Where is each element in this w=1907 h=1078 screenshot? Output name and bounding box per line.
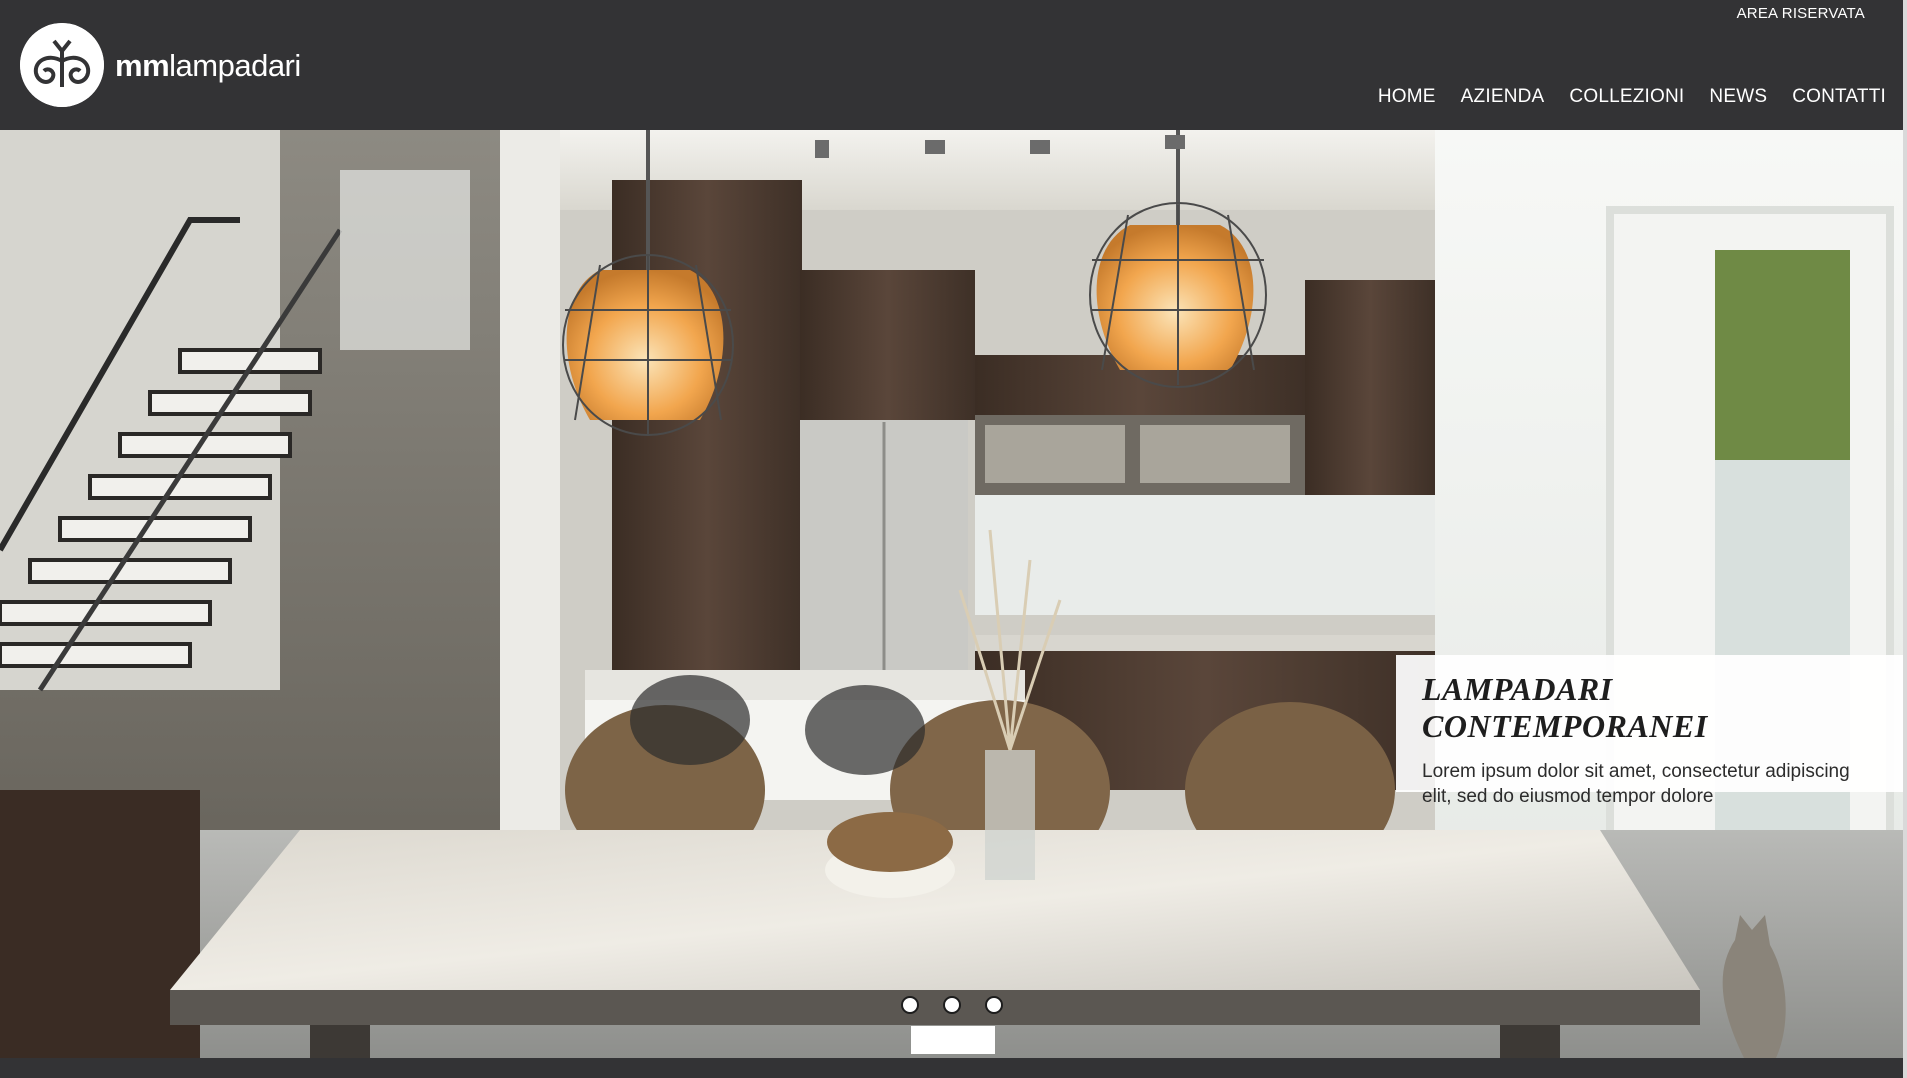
hero-slider: LAMPADARI CONTEMPORANEI Lorem ipsum dolo… — [0, 130, 1907, 1058]
nav-news[interactable]: NEWS — [1709, 86, 1767, 108]
slider-dot-1[interactable] — [901, 996, 919, 1014]
area-riservata-link[interactable]: AREA RISERVATA — [1737, 5, 1865, 22]
slide-caption: LAMPADARI CONTEMPORANEI Lorem ipsum dolo… — [1396, 655, 1907, 807]
nav-home[interactable]: HOME — [1378, 86, 1436, 108]
logo-wordmark: mmlampadari — [115, 50, 301, 81]
logo-emblem-icon — [20, 23, 104, 107]
slider-dot-3[interactable] — [985, 996, 1003, 1014]
logo[interactable]: mmlampadari — [20, 23, 301, 107]
logo-light-text: lampadari — [169, 47, 301, 83]
caption-title: LAMPADARI CONTEMPORANEI — [1422, 671, 1708, 744]
slider-pagination — [901, 996, 1003, 1014]
slider-scroll-tab[interactable] — [911, 1026, 995, 1054]
slider-dot-2[interactable] — [943, 996, 961, 1014]
caption-text: Lorem ipsum dolor sit amet, consectetur … — [1422, 759, 1881, 809]
caption-text-line-2: elit, sed do eiusmod tempor dolore — [1422, 786, 1714, 807]
page-scrollbar[interactable] — [1903, 0, 1907, 1078]
caption-text-line-1: Lorem ipsum dolor sit amet, consectetur … — [1422, 761, 1850, 782]
nav-azienda[interactable]: AZIENDA — [1461, 86, 1545, 108]
main-nav: HOME AZIENDA COLLEZIONI NEWS CONTATTI — [1378, 86, 1886, 108]
site-header: AREA RISERVATA mmlampadari HOME AZIENDA … — [0, 0, 1907, 130]
nav-collezioni[interactable]: COLLEZIONI — [1569, 86, 1684, 108]
logo-bold-text: mm — [115, 47, 170, 83]
nav-contatti[interactable]: CONTATTI — [1792, 86, 1886, 108]
footer-bar — [0, 1058, 1907, 1078]
hero-image — [0, 130, 1907, 1058]
